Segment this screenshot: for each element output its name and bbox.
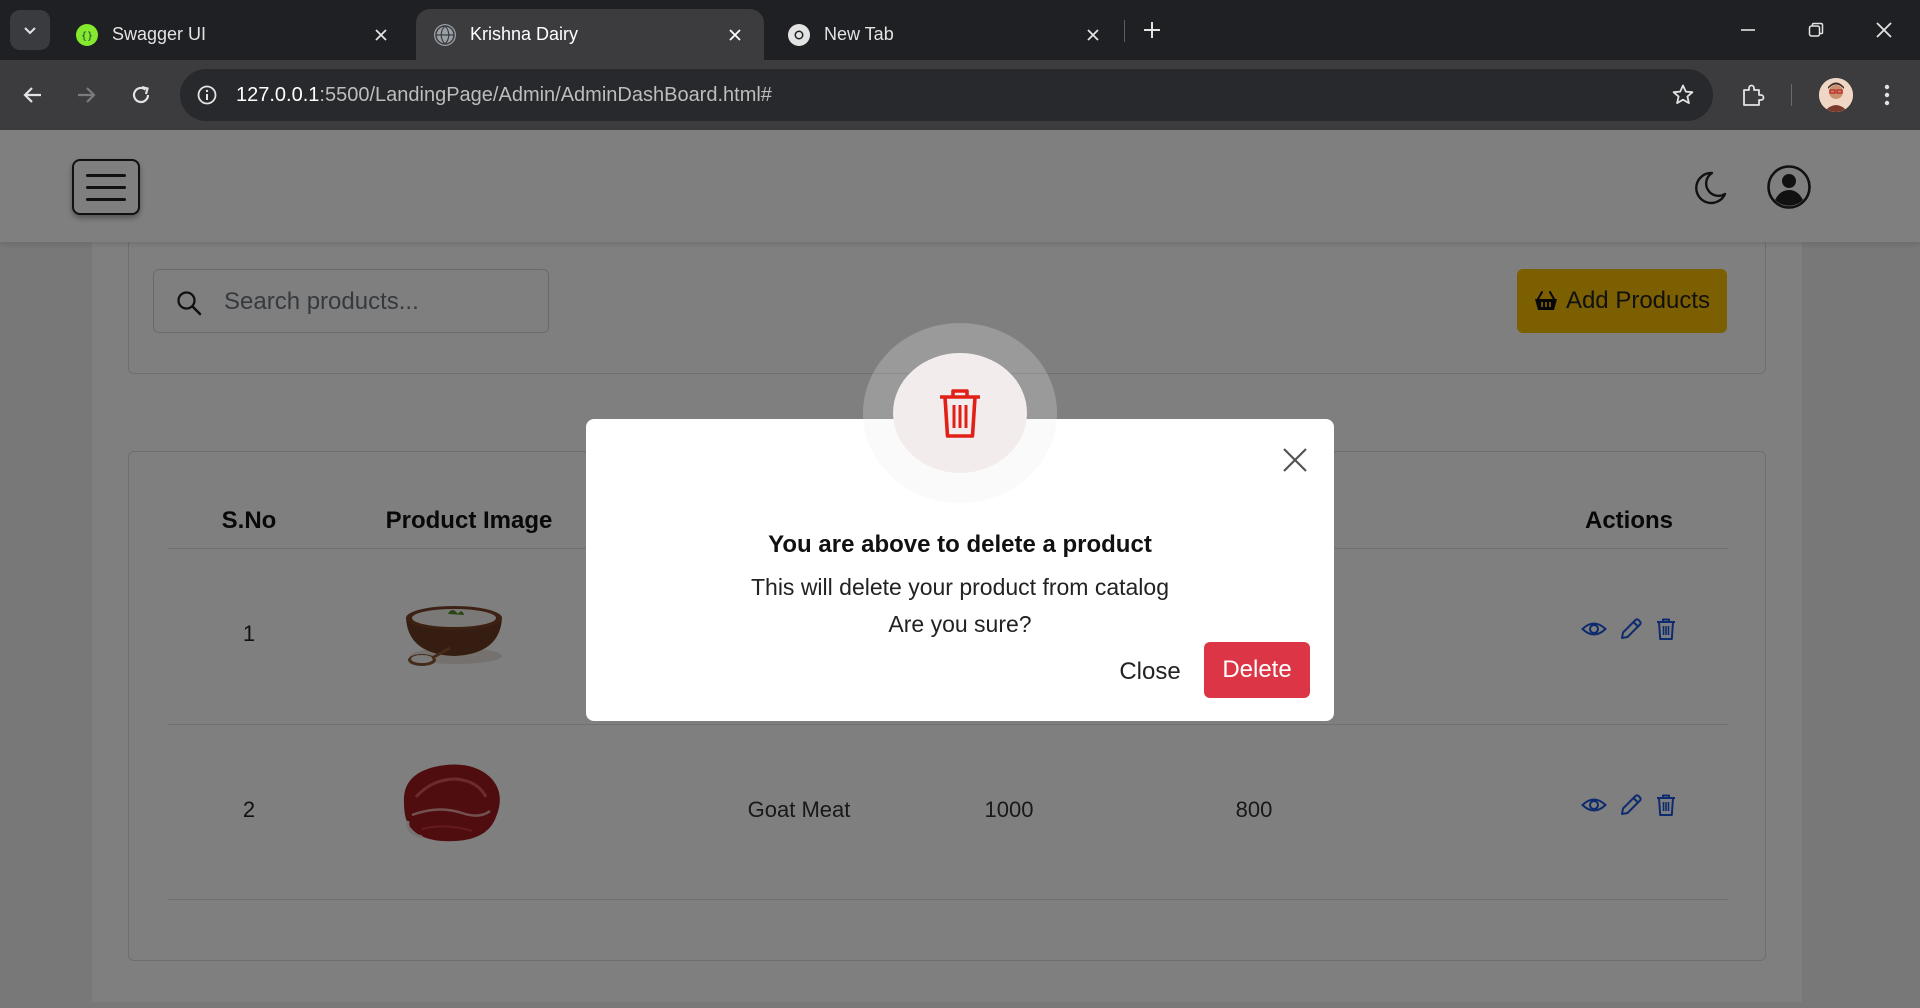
- tab-search-button[interactable]: [10, 10, 50, 50]
- chrome-icon: [788, 23, 810, 46]
- tab-title: New Tab: [824, 24, 894, 44]
- delete-button[interactable]: Delete: [1204, 642, 1310, 698]
- tab-new-tab[interactable]: New Tab: [770, 9, 1122, 60]
- minimize-button[interactable]: [1726, 10, 1770, 50]
- close-tab-icon[interactable]: [370, 24, 392, 46]
- tab-swagger-ui[interactable]: {} Swagger UI: [58, 9, 410, 60]
- tab-title: Swagger UI: [112, 24, 207, 44]
- close-icon: [1876, 22, 1892, 38]
- reload-button[interactable]: [121, 75, 161, 115]
- modal-close-icon[interactable]: [1280, 445, 1310, 475]
- modal-icon-badge: [893, 353, 1027, 473]
- toolbar-divider: [1791, 84, 1792, 106]
- arrow-right-icon: [78, 87, 96, 103]
- restore-button[interactable]: [1794, 10, 1838, 50]
- minimize-icon: [1741, 29, 1755, 31]
- reload-icon: [132, 85, 150, 104]
- url-host: 127.0.0.1: [236, 84, 320, 106]
- close-window-button[interactable]: [1862, 10, 1906, 50]
- close-button[interactable]: Close: [1110, 644, 1190, 700]
- tab-title: Krishna Dairy: [470, 24, 579, 44]
- browser-menu-button[interactable]: [1867, 75, 1907, 115]
- plus-icon: [1144, 22, 1160, 38]
- browser-tab-bar: {} Swagger UI Krishna Dairy New Tab: [0, 0, 1920, 60]
- page-viewport: Add Products S.No Product Image count Pr…: [0, 130, 1920, 1008]
- tab-krishna-dairy[interactable]: Krishna Dairy: [416, 9, 764, 60]
- tab-divider: [1124, 20, 1125, 42]
- back-button[interactable]: [13, 75, 53, 115]
- modal-title: You are above to delete a product: [768, 531, 1152, 558]
- profile-avatar[interactable]: [1819, 78, 1853, 112]
- browser-toolbar: 127.0.0.1:5500/LandingPage/Admin/AdminDa…: [0, 60, 1920, 130]
- bookmark-star-icon[interactable]: [1669, 81, 1697, 109]
- close-tab-icon[interactable]: [724, 24, 746, 46]
- restore-icon: [1808, 22, 1824, 37]
- extensions-button[interactable]: [1733, 75, 1773, 115]
- modal-message: This will delete your product from catal…: [750, 574, 1170, 600]
- url-text: 127.0.0.1:5500/LandingPage/Admin/AdminDa…: [236, 84, 772, 107]
- svg-text:{}: {}: [81, 31, 93, 42]
- url-path: :5500/LandingPage/Admin/AdminDashBoard.h…: [319, 84, 772, 106]
- modal-question: Are you sure?: [888, 611, 1032, 637]
- forward-button[interactable]: [66, 75, 106, 115]
- globe-icon: [434, 23, 456, 46]
- address-bar[interactable]: 127.0.0.1:5500/LandingPage/Admin/AdminDa…: [180, 69, 1713, 121]
- chevron-down-icon: [24, 27, 36, 35]
- swagger-icon: {}: [76, 23, 98, 46]
- more-vertical-icon: [1884, 84, 1890, 106]
- trash-icon: [940, 389, 980, 438]
- arrow-left-icon: [23, 87, 41, 103]
- close-tab-icon[interactable]: [1082, 24, 1104, 46]
- new-tab-button[interactable]: [1136, 14, 1168, 46]
- puzzle-icon: [1743, 84, 1765, 106]
- site-info-icon[interactable]: [194, 82, 220, 108]
